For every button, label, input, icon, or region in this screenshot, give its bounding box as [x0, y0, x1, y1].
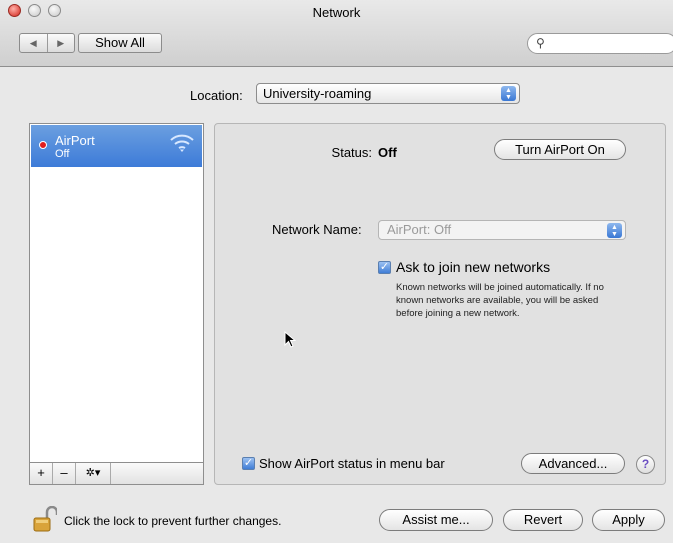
service-name: AirPort [55, 133, 95, 148]
show-status-menubar-checkbox[interactable]: ✓ [242, 457, 255, 470]
help-button[interactable]: ? [636, 455, 655, 474]
advanced-button[interactable]: Advanced... [521, 453, 625, 474]
back-button[interactable]: ◀ [20, 34, 47, 52]
location-label: Location: [190, 88, 243, 103]
search-field[interactable]: ⚲ [527, 33, 673, 54]
title-toolbar: Network ◀ ▶ Show All ⚲ [0, 0, 673, 67]
turn-airport-on-button[interactable]: Turn AirPort On [494, 139, 626, 160]
mouse-pointer-icon [284, 331, 296, 348]
wifi-icon [170, 134, 194, 152]
add-service-button[interactable]: + [30, 463, 53, 484]
back-forward-group: ◀ ▶ [19, 33, 75, 53]
show-all-button[interactable]: Show All [78, 33, 162, 53]
search-icon: ⚲ [536, 36, 545, 50]
network-name-popup[interactable]: AirPort: Off ▲ ▼ [378, 220, 626, 240]
window-title: Network [312, 5, 361, 20]
network-preferences-window: Network ◀ ▶ Show All ⚲ Location: Univers… [0, 0, 673, 543]
lock-message: Click the lock to prevent further change… [64, 514, 282, 528]
ask-to-join-label[interactable]: Ask to join new networks [396, 259, 550, 275]
remove-service-button[interactable]: – [53, 463, 76, 484]
lock-icon[interactable] [33, 506, 57, 532]
service-list-toolbar: + – ✲▾ [29, 463, 204, 485]
location-popup[interactable]: University-roaming ▲ ▼ [256, 83, 520, 104]
apply-button[interactable]: Apply [592, 509, 665, 531]
status-label: Status: [331, 145, 372, 160]
status-value: Off [378, 145, 397, 160]
assist-me-button[interactable]: Assist me... [379, 509, 493, 531]
status-dot-icon [39, 141, 47, 149]
service-status: Off [55, 148, 70, 160]
location-value: University-roaming [263, 86, 372, 101]
network-name-value: AirPort: Off [387, 222, 452, 237]
popup-arrows-icon: ▲ ▼ [501, 86, 516, 101]
revert-button[interactable]: Revert [503, 509, 583, 531]
network-name-label: Network Name: [272, 222, 362, 237]
popup-arrows-icon: ▲ ▼ [607, 223, 622, 238]
gear-menu-icon[interactable]: ✲▾ [76, 463, 111, 484]
service-item-airport[interactable]: AirPort Off [31, 125, 202, 167]
ask-to-join-checkbox[interactable]: ✓ [378, 261, 391, 274]
service-list: AirPort Off [29, 123, 204, 463]
show-status-menubar-label[interactable]: Show AirPort status in menu bar [259, 456, 445, 471]
forward-button[interactable]: ▶ [46, 34, 75, 52]
ask-to-join-help-text: Known networks will be joined automatica… [396, 282, 604, 319]
